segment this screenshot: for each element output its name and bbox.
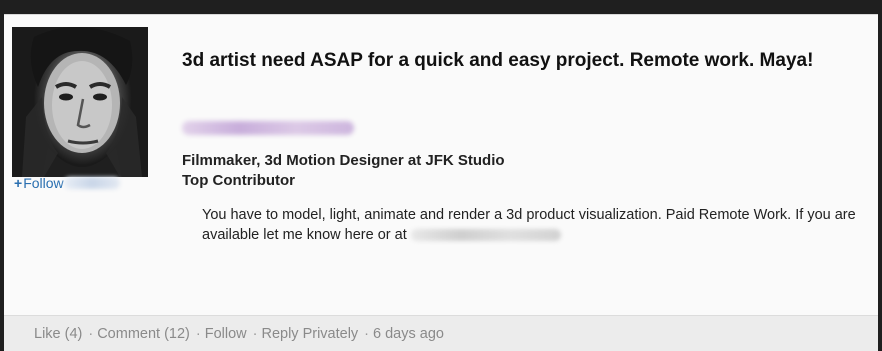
post-actions-bar: Like (4) · Comment (12) · Follow · Reply… — [4, 315, 878, 351]
follow-plus-icon: + — [14, 175, 23, 191]
like-button[interactable]: Like (4) — [34, 326, 82, 342]
post-timestamp: 6 days ago — [373, 325, 444, 342]
redacted-author-name[interactable] — [182, 121, 354, 135]
reply-privately-button[interactable]: Reply Privately — [261, 326, 358, 342]
separator-dot: · — [252, 325, 258, 342]
avatar-portrait-icon — [22, 27, 142, 177]
separator-dot: · — [364, 325, 370, 342]
redacted-author-name-chip — [63, 177, 120, 189]
window-frame: +Follow 3d artist need ASAP for a quick … — [0, 0, 882, 351]
redacted-email — [410, 229, 561, 242]
author-avatar[interactable] — [12, 27, 148, 177]
separator-dot: · — [195, 325, 201, 342]
follow-author-label: Follow — [23, 175, 64, 191]
follow-author-row: +Follow — [14, 173, 150, 193]
follow-author-link[interactable]: +Follow — [14, 175, 64, 191]
author-badge: Top Contributor — [182, 172, 296, 189]
post-body: You have to model, light, animate and re… — [202, 205, 868, 245]
follow-discussion-button[interactable]: Follow — [205, 326, 247, 342]
post-title[interactable]: 3d artist need ASAP for a quick and easy… — [182, 49, 862, 72]
author-headline: Filmmaker, 3d Motion Designer at JFK Stu… — [182, 152, 505, 169]
discussion-post-card: +Follow 3d artist need ASAP for a quick … — [4, 14, 878, 351]
comment-button[interactable]: Comment (12) — [97, 326, 190, 342]
separator-dot: · — [88, 325, 94, 342]
